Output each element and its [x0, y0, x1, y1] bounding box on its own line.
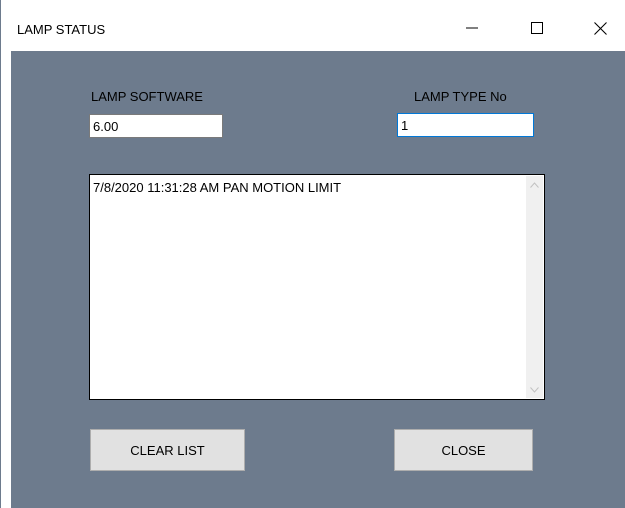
- minimize-button[interactable]: [449, 12, 495, 44]
- lamp-software-field[interactable]: [89, 114, 223, 138]
- scroll-down-button[interactable]: [526, 381, 543, 398]
- window-title: LAMP STATUS: [17, 22, 106, 37]
- minimize-icon: [466, 27, 478, 29]
- title-bar[interactable]: LAMP STATUS: [1, 0, 625, 51]
- lamp-software-label: LAMP SOFTWARE: [91, 89, 203, 104]
- status-log-items: 7/8/2020 11:31:28 AM PAN MOTION LIMIT: [91, 176, 525, 398]
- chevron-down-icon: [530, 386, 539, 393]
- list-item[interactable]: 7/8/2020 11:31:28 AM PAN MOTION LIMIT: [91, 176, 525, 199]
- lamp-status-window: LAMP STATUS LAMP SOFTWARE LAMP TYPE No 7…: [0, 0, 625, 508]
- chevron-up-icon: [530, 181, 539, 188]
- close-button[interactable]: CLOSE: [394, 429, 533, 471]
- maximize-button[interactable]: [514, 12, 560, 44]
- client-area: LAMP SOFTWARE LAMP TYPE No 7/8/2020 11:3…: [11, 51, 625, 508]
- status-log-list[interactable]: 7/8/2020 11:31:28 AM PAN MOTION LIMIT: [89, 174, 545, 400]
- close-icon: [593, 21, 607, 35]
- close-window-button[interactable]: [577, 12, 623, 44]
- scroll-up-button[interactable]: [526, 176, 543, 193]
- lamp-type-label: LAMP TYPE No: [414, 89, 507, 104]
- maximize-icon: [531, 22, 543, 34]
- vertical-scrollbar[interactable]: [526, 176, 543, 398]
- lamp-type-field[interactable]: [397, 113, 534, 137]
- clear-list-button[interactable]: CLEAR LIST: [90, 429, 245, 471]
